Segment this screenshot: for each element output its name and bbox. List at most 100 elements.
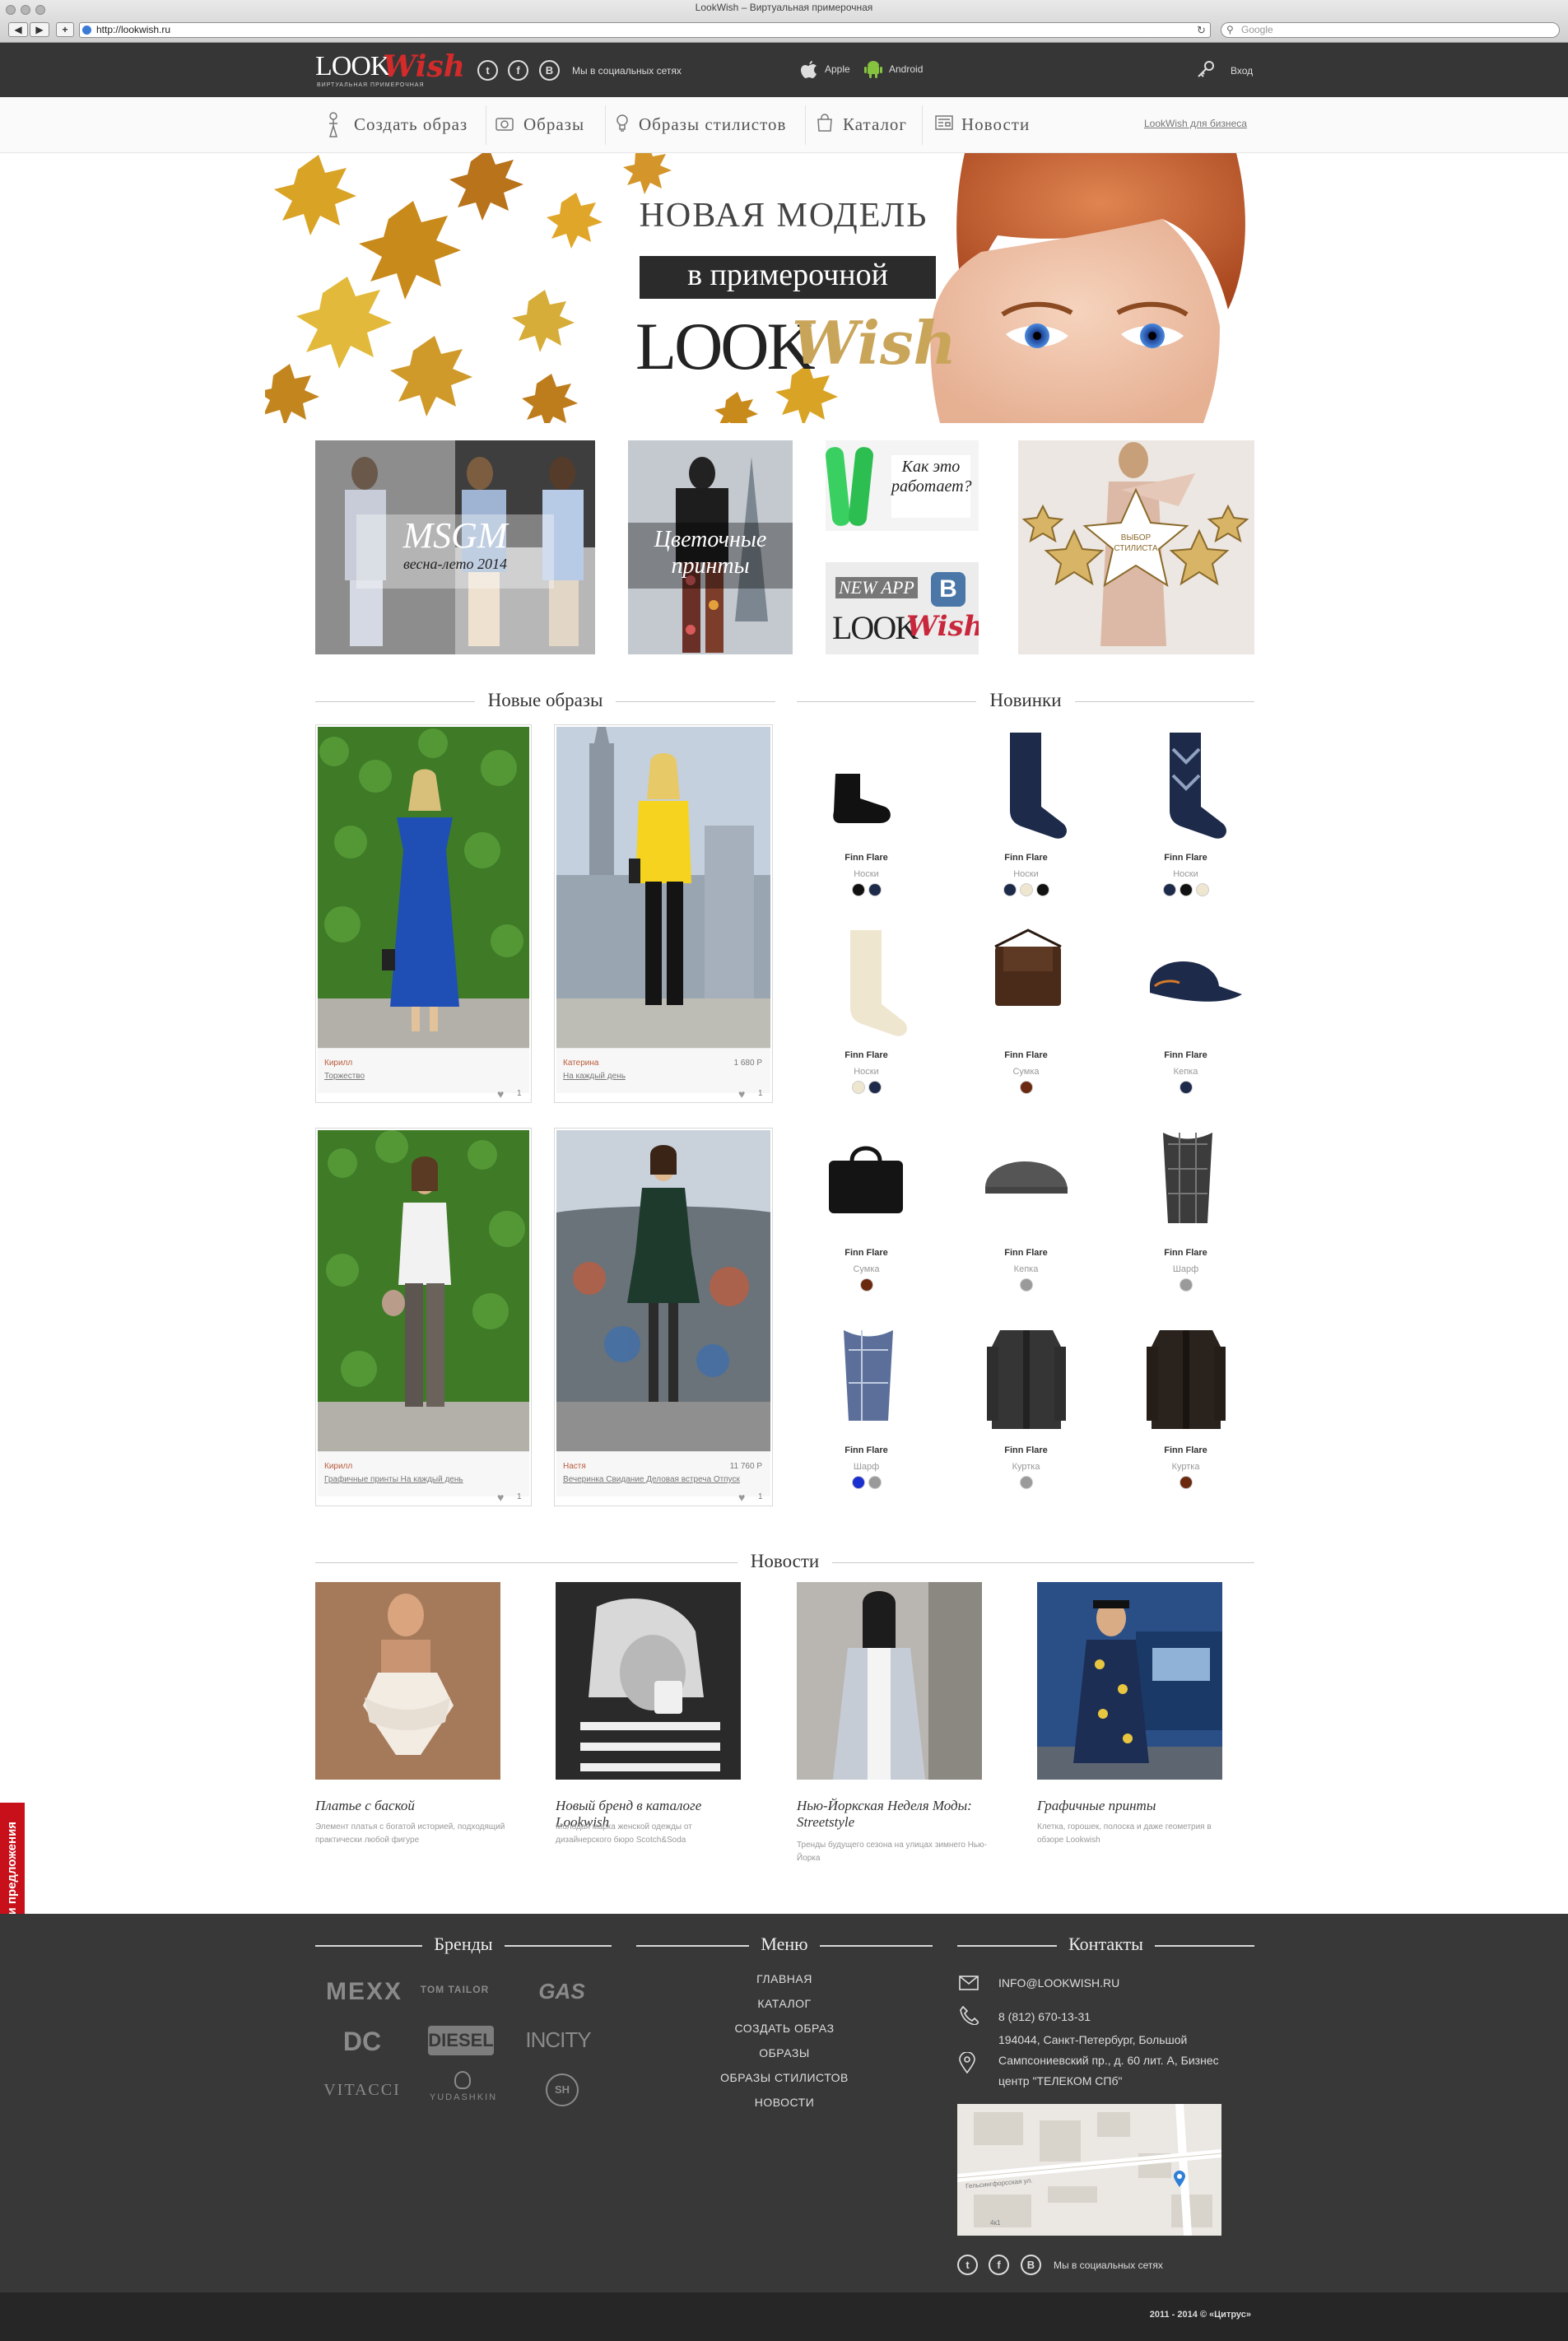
look-card[interactable]: Настя Вечеринка Свидание Деловая встреча… [554, 1128, 773, 1506]
apple-label[interactable]: Apple [825, 63, 850, 75]
look-image[interactable] [318, 727, 529, 1048]
browser-search-field[interactable]: Google [1221, 22, 1560, 38]
product-brand[interactable]: Finn Flare [786, 853, 947, 863]
product-image[interactable] [1105, 922, 1266, 1045]
android-icon[interactable] [864, 59, 882, 79]
footer-menu-home[interactable]: ГЛАВНАЯ [636, 1972, 933, 1985]
product-image[interactable] [786, 724, 947, 848]
product-image[interactable] [946, 1317, 1106, 1440]
news-title[interactable]: Платье с баской [315, 1798, 509, 1814]
news-item[interactable]: Платье с баской Элемент платья с богатой… [315, 1582, 505, 1854]
apple-icon[interactable] [800, 59, 818, 79]
product-card[interactable]: Finn Flare Носки [946, 724, 1106, 905]
brand-logo-gas[interactable]: GAS [514, 1979, 609, 2004]
product-image[interactable] [786, 1317, 947, 1440]
product-image[interactable] [786, 1119, 947, 1243]
login-link[interactable]: Вход [1231, 65, 1253, 77]
nav-stylist-looks[interactable]: Образы стилистов [639, 97, 786, 153]
footer-menu-catalog[interactable]: КАТАЛОГ [636, 1997, 933, 2010]
news-item[interactable]: Новый бренд в каталоге Lookwish Молодая … [556, 1582, 741, 1854]
product-card[interactable]: Finn Flare Носки [786, 922, 947, 1103]
twitter-icon[interactable]: t [477, 60, 498, 81]
brand-logo-dc[interactable]: DC [329, 2027, 395, 2057]
product-brand[interactable]: Finn Flare [786, 1248, 947, 1258]
vk-icon[interactable]: В [539, 60, 560, 81]
look-image[interactable] [556, 727, 770, 1048]
facebook-icon[interactable]: f [508, 60, 528, 81]
back-button[interactable]: ◀ [8, 22, 28, 37]
color-swatch[interactable] [1179, 883, 1193, 896]
product-card[interactable]: Finn Flare Носки [1105, 724, 1266, 905]
color-swatch[interactable] [1019, 1476, 1033, 1489]
hero-banner[interactable]: НОВАЯ МОДЕЛЬ в примерочной LOOK Wish [265, 153, 1304, 423]
product-brand[interactable]: Finn Flare [1105, 1445, 1266, 1455]
news-image[interactable] [315, 1582, 500, 1780]
location-map[interactable]: Гельсингфорсская ул. 4к1 [957, 2104, 1221, 2236]
color-swatch[interactable] [1162, 883, 1176, 896]
product-card[interactable]: Finn Flare Сумка [786, 1119, 947, 1301]
footer-menu-looks[interactable]: ОБРАЗЫ [636, 2046, 933, 2059]
color-swatch[interactable] [851, 1476, 865, 1489]
color-swatch[interactable] [1003, 883, 1017, 896]
contact-phone[interactable]: 8 (812) 670-13-31 [998, 2007, 1091, 2027]
footer-twitter-icon[interactable]: t [957, 2255, 978, 2275]
brand-logo-mexx[interactable]: MEXX [321, 1978, 407, 2006]
look-tags[interactable]: На каждый день [563, 1072, 765, 1081]
minimize-window-button[interactable] [21, 5, 30, 15]
product-image[interactable] [786, 922, 947, 1045]
product-card[interactable]: Finn Flare Куртка [946, 1317, 1106, 1498]
footer-facebook-icon[interactable]: f [989, 2255, 1009, 2275]
brand-logo-diesel[interactable]: DIESEL [428, 2026, 494, 2055]
contact-email[interactable]: INFO@LOOKWISH.RU [998, 1973, 1119, 1994]
color-swatch[interactable] [868, 1081, 882, 1094]
new-tab-button[interactable]: + [56, 22, 74, 37]
color-swatch[interactable] [851, 1081, 865, 1094]
brand-logo-sh[interactable]: SH [546, 2073, 579, 2106]
heart-icon[interactable]: ♥ [497, 1491, 504, 1504]
news-item[interactable]: Нью-Йоркская Неделя Моды: Streetstyle Тр… [797, 1582, 987, 1863]
look-card[interactable]: Кирилл Торжество ♥ 1 [315, 724, 532, 1103]
product-card[interactable]: Finn Flare Сумка [946, 922, 1106, 1103]
look-card[interactable]: Кирилл Графичные принты На каждый день ♥… [315, 1128, 532, 1506]
brand-logo-vitacci[interactable]: VITACCI [321, 2081, 403, 2100]
product-brand[interactable]: Finn Flare [1105, 1050, 1266, 1060]
brand-logo-tom-tailor[interactable]: TOM TAILOR [412, 1984, 498, 1995]
nav-catalog[interactable]: Каталог [843, 97, 907, 153]
product-image[interactable] [1105, 1317, 1266, 1440]
product-image[interactable] [946, 922, 1106, 1045]
product-brand[interactable]: Finn Flare [946, 853, 1106, 863]
brand-logo-yudashkin[interactable]: YUDASHKIN [418, 2092, 509, 2102]
color-swatch[interactable] [868, 883, 882, 896]
color-swatch[interactable] [1019, 883, 1033, 896]
footer-vk-icon[interactable]: В [1021, 2255, 1041, 2275]
color-swatch[interactable] [1035, 883, 1049, 896]
news-item[interactable]: Графичные принты Клетка, горошек, полоск… [1037, 1582, 1222, 1854]
product-image[interactable] [1105, 724, 1266, 848]
product-brand[interactable]: Finn Flare [946, 1248, 1106, 1258]
address-bar[interactable]: http://lookwish.ru [79, 22, 1211, 38]
news-image[interactable] [556, 1582, 741, 1780]
footer-menu-news[interactable]: НОВОСТИ [636, 2096, 933, 2109]
product-card[interactable]: Finn Flare Кепка [946, 1119, 1106, 1301]
product-card[interactable]: Finn Flare Носки [786, 724, 947, 905]
product-brand[interactable]: Finn Flare [786, 1445, 947, 1455]
map-pin-icon[interactable] [1173, 2170, 1186, 2188]
promo-msgm[interactable]: MSGM весна-лето 2014 [315, 440, 595, 654]
product-card[interactable]: Finn Flare Шарф [786, 1317, 947, 1498]
look-author[interactable]: Настя [563, 1462, 586, 1471]
news-image[interactable] [1037, 1582, 1222, 1780]
color-swatch[interactable] [1019, 1081, 1033, 1094]
promo-stylist-choice[interactable]: ВЫБОР СТИЛИСТА [1018, 440, 1254, 654]
nav-looks[interactable]: Образы [523, 97, 584, 153]
look-tags[interactable]: Вечеринка Свидание Деловая встреча Отпус… [563, 1475, 765, 1484]
business-link[interactable]: LookWish для бизнеса [1144, 118, 1247, 129]
product-card[interactable]: Finn Flare Шарф [1105, 1119, 1266, 1301]
site-logo[interactable]: LOOK Wish ВИРТУАЛЬНАЯ ПРИМЕРОЧНАЯ [315, 49, 465, 92]
footer-menu-stylist-looks[interactable]: ОБРАЗЫ СТИЛИСТОВ [636, 2071, 933, 2084]
look-tags[interactable]: Торжество [324, 1072, 526, 1081]
product-brand[interactable]: Finn Flare [946, 1050, 1106, 1060]
promo-new-app[interactable]: NEW APP B LOOK Wish [826, 562, 979, 654]
product-brand[interactable]: Finn Flare [786, 1050, 947, 1060]
color-swatch[interactable] [1195, 883, 1209, 896]
reload-icon[interactable]: ↻ [1197, 24, 1206, 37]
